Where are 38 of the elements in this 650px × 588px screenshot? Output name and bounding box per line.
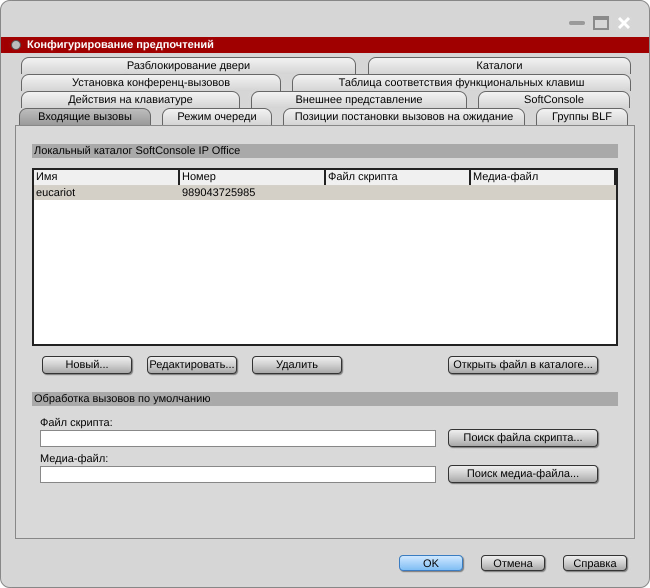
tab[interactable]: Группы BLF — [536, 108, 628, 125]
open-file-button[interactable]: Открыть файл в каталоге... — [448, 356, 598, 374]
section-header: Обработка вызовов по умолчанию — [32, 392, 618, 406]
table-cell-text: eucariot — [35, 186, 76, 201]
minimize-icon[interactable] — [569, 20, 585, 26]
tab[interactable]: Каталоги — [368, 57, 631, 74]
tab[interactable]: SoftConsole — [478, 91, 630, 108]
dialog-button[interactable]: Справка — [563, 555, 627, 571]
dialog-button[interactable]: Отмена — [481, 555, 545, 571]
table-cell-text: 989043725985 — [181, 186, 256, 201]
tab[interactable]: Разблокирование двери — [21, 57, 356, 74]
maximize-icon[interactable] — [593, 16, 609, 30]
tab[interactable]: Позиции постановки вызовов на ожидание — [283, 108, 525, 125]
browse-button[interactable]: Поиск файла скрипта... — [448, 429, 598, 447]
input-field[interactable] — [40, 466, 436, 482]
field-label: Медиа-файл: — [40, 452, 110, 465]
tab[interactable]: Режим очереди — [162, 108, 272, 125]
catalog-button[interactable]: Удалить — [252, 356, 342, 374]
window-title: Конфигурирование предпочтений — [27, 38, 214, 53]
tab[interactable]: Установка конференц-вызовов — [21, 74, 281, 91]
catalog-button[interactable]: Редактировать... — [147, 356, 237, 374]
close-icon[interactable] — [617, 16, 631, 30]
input-field[interactable] — [40, 430, 436, 446]
column-header[interactable]: Имя — [34, 170, 180, 185]
table-row[interactable]: eucariot 989043725985 — [34, 185, 616, 200]
column-header[interactable]: Медиа-файл — [471, 170, 616, 185]
tab[interactable]: Таблица соответствия функциональных клавиш — [292, 74, 631, 91]
tab[interactable]: Действия на клавиатуре — [21, 91, 240, 108]
browse-button[interactable]: Поиск медиа-файла... — [448, 465, 598, 483]
circle-icon — [11, 40, 21, 50]
field-label: Файл скрипта: — [40, 416, 114, 429]
catalog-button[interactable]: Новый... — [42, 356, 132, 374]
tab[interactable]: Входящие вызовы — [19, 108, 151, 125]
column-header[interactable]: Номер — [180, 170, 326, 185]
column-header[interactable]: Файл скрипта — [326, 170, 471, 185]
dialog-button[interactable]: OK — [399, 555, 463, 571]
tab[interactable]: Внешнее представление — [251, 91, 467, 108]
section-header: Локальный каталог SoftConsole IP Office — [32, 144, 618, 158]
